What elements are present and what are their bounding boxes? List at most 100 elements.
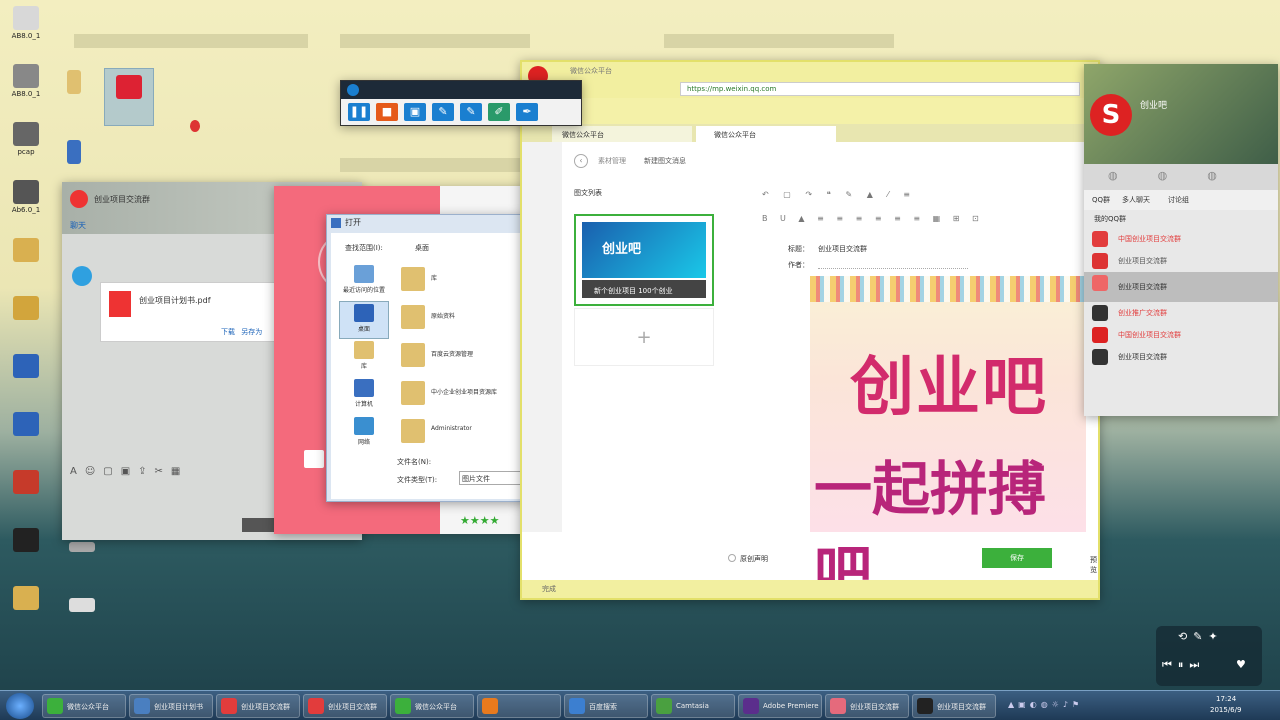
media-widget[interactable]: ⟲✎✦ ⏮⏸⏭ ♥	[1156, 626, 1262, 686]
taskbar-item[interactable]: 微信公众平台	[42, 694, 126, 718]
desktop-icon[interactable]	[0, 586, 52, 612]
pen-icon[interactable]: ✎	[460, 103, 482, 121]
article-title[interactable]: 创业项目交流群	[818, 244, 867, 254]
breadcrumb-current: 新建图文消息	[644, 157, 686, 165]
file-item[interactable]: 百度云资源管理	[399, 339, 523, 377]
file-item[interactable]: 中小企业创业项目资源库	[399, 377, 523, 415]
browser-window[interactable]: 微信公众平台 https://mp.weixin.qq.com 微信公众平台 微…	[520, 60, 1100, 600]
qq-group-name: 中国创业项目交流群	[1118, 331, 1181, 339]
clock-time[interactable]: 17:24	[1216, 695, 1236, 703]
address-bar[interactable]: https://mp.weixin.qq.com	[680, 82, 1080, 96]
media-controls[interactable]: ⏮⏸⏭	[1162, 658, 1205, 672]
start-button[interactable]	[6, 693, 34, 719]
desktop-icon[interactable]: pcap	[0, 122, 52, 156]
taskbar-item[interactable]: Camtasia	[651, 694, 735, 718]
taskbar-item[interactable]: 创业项目交流群	[912, 694, 996, 718]
tab-wechat-1[interactable]: 微信公众平台	[552, 126, 692, 142]
article-thumb[interactable]: 创业吧 新个创业项目 100个创业	[574, 214, 714, 306]
tab-chat[interactable]: 聊天	[70, 220, 86, 231]
taskbar-item[interactable]: Adobe Premiere	[738, 694, 822, 718]
desktop-icon[interactable]: AB8.0_1	[0, 6, 52, 40]
file-item[interactable]: 原始资料	[399, 301, 523, 339]
media-top-icons: ⟲✎✦	[1178, 630, 1224, 643]
file-saveas-link[interactable]: 另存为	[241, 328, 262, 336]
editor-toolbar[interactable]: ↶ ▢ ↷ ❝ ✎ ▲ ⁄ ≡	[762, 190, 1082, 202]
place-item[interactable]: 最近访问的位置	[339, 263, 389, 301]
qq-group-item[interactable]: 中国创业项目交流群	[1084, 228, 1278, 250]
original-checkbox[interactable]	[728, 554, 736, 562]
pause-icon[interactable]: ❚❚	[348, 103, 370, 121]
desktop-icon[interactable]	[0, 238, 52, 264]
desktop-icon[interactable]	[56, 598, 108, 614]
qq-group-item[interactable]: 创业项目交流群	[1084, 250, 1278, 272]
fullscreen-icon[interactable]: ▣	[404, 103, 426, 121]
qq-panel[interactable]: S 创业吧 ◍◍◍ QQ群 多人聊天 讨论组 我的QQ群 中国创业项目交流群 创业…	[1084, 64, 1278, 416]
folder-icon	[401, 267, 425, 291]
place-item[interactable]: 网络	[339, 415, 389, 453]
back-button[interactable]: ‹	[574, 154, 588, 168]
original-label: 原创声明	[740, 555, 768, 563]
pen-icon[interactable]: ✎	[432, 103, 454, 121]
save-button[interactable]: 保存	[982, 548, 1052, 568]
bookmarks-bar	[522, 98, 1098, 124]
place-item[interactable]: 桌面	[339, 301, 389, 339]
desktop-icon[interactable]: AB8.0_1	[0, 64, 52, 98]
taskbar-app-icon	[569, 698, 585, 714]
taskbar-item[interactable]: 创业项目计划书	[129, 694, 213, 718]
file-item[interactable]: 库	[399, 263, 523, 301]
qq-group-avatar	[1092, 349, 1108, 365]
cover-image: 创业吧 一起拼搏吧	[810, 276, 1086, 598]
desktop-icon[interactable]	[0, 296, 52, 322]
preview-button[interactable]: 预览	[1090, 555, 1098, 575]
desktop-icon[interactable]	[0, 470, 52, 496]
place-item[interactable]: 计算机	[339, 377, 389, 415]
qq-tab-groups[interactable]: QQ群	[1092, 195, 1110, 205]
taskbar-item[interactable]: 创业项目交流群	[216, 694, 300, 718]
recorder-toolbar[interactable]: ❚❚ ■ ▣ ✎ ✎ ✐ ✒	[340, 80, 582, 126]
breadcrumb-home[interactable]: 素材管理	[598, 156, 626, 166]
highlighter-icon[interactable]: ✐	[488, 103, 510, 121]
brush-icon[interactable]: ✒	[516, 103, 538, 121]
qq-tab-multi[interactable]: 多人聊天	[1122, 195, 1150, 205]
desktop-icon-image	[13, 180, 39, 204]
heart-icon[interactable]: ♥	[1236, 658, 1246, 671]
qq-group-item[interactable]: 创业项目交流群	[1084, 272, 1278, 302]
place-item[interactable]: 库	[339, 339, 389, 377]
qq-group-item[interactable]: 创业项目交流群	[1084, 346, 1278, 368]
filename-label: 文件名(N):	[397, 458, 432, 466]
editor-toolbar-2[interactable]: B U ▲ ≡ ≡ ≡ ≡ ≡ ≡ ▦ ⊞ ⊡	[762, 214, 1092, 226]
desktop-icon[interactable]	[0, 354, 52, 380]
file-card[interactable]: 创业项目计划书.pdf 下载 另存为	[100, 282, 280, 342]
taskbar-item[interactable]: 创业项目交流群	[303, 694, 387, 718]
stop-icon[interactable]: ■	[376, 103, 398, 121]
desktop-icon[interactable]: Ab6.0_1	[0, 180, 52, 214]
qq-group-header[interactable]: 我的QQ群	[1084, 210, 1278, 228]
file-open-dialog[interactable]: 打开 查找范围(I): 桌面 最近访问的位置 桌面库计算机 网络 库原始资料 百度云资…	[326, 214, 526, 502]
desktop-icon[interactable]	[0, 412, 52, 438]
desktop-icon[interactable]	[48, 70, 100, 96]
taskbar-item[interactable]: 百度搜索	[564, 694, 648, 718]
taskbar-item[interactable]	[477, 694, 561, 718]
qq-group-avatar	[1092, 231, 1108, 247]
location-select[interactable]: 桌面	[415, 243, 429, 253]
taskbar-item[interactable]: 创业项目交流群	[825, 694, 909, 718]
desktop-icon[interactable]	[56, 542, 108, 554]
file-item[interactable]: Administrator	[399, 415, 523, 453]
qq-tab-discuss[interactable]: 讨论组	[1168, 195, 1189, 205]
add-article-button[interactable]: +	[574, 308, 714, 366]
desktop-icon[interactable]	[0, 528, 52, 554]
qq-group-item[interactable]: 创业推广交流群	[1084, 302, 1278, 324]
avatar	[72, 266, 92, 286]
qq-group-item[interactable]: 中国创业项目交流群	[1084, 324, 1278, 346]
taskbar-app-icon	[830, 698, 846, 714]
file-download-link[interactable]: 下载	[221, 328, 235, 336]
desktop-icon[interactable]	[48, 140, 100, 166]
desktop-icon-selected[interactable]	[104, 68, 154, 126]
qq-group-name: 创业推广交流群	[1118, 309, 1167, 317]
filetype-select[interactable]: 图片文件	[459, 471, 523, 485]
clock-date[interactable]: 2015/6/9	[1210, 706, 1241, 714]
author-field[interactable]	[818, 260, 968, 269]
taskbar-item[interactable]: 微信公众平台	[390, 694, 474, 718]
desktop-icon-image	[13, 412, 39, 436]
tab-wechat-2[interactable]: 微信公众平台	[696, 126, 836, 142]
